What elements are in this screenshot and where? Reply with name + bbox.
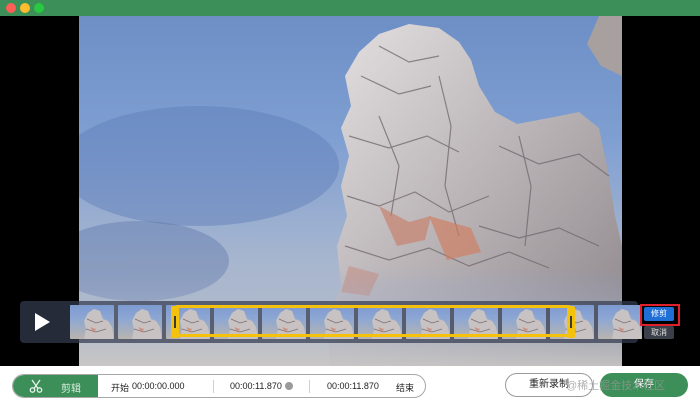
save-button[interactable]: 保存 <box>600 373 688 397</box>
thumbnail-strip[interactable] <box>70 305 642 339</box>
clip-label: 剪辑 <box>61 384 81 395</box>
play-button[interactable] <box>22 302 62 342</box>
scissors-icon <box>29 379 43 393</box>
play-icon <box>35 313 50 331</box>
cancel-button[interactable]: 取消 <box>644 326 674 339</box>
start-label: 开始 <box>111 383 130 393</box>
timeline-thumbnail <box>406 305 450 339</box>
divider <box>309 380 310 393</box>
timeline-thumbnail <box>310 305 354 339</box>
clip-mode-button[interactable]: 剪辑 <box>13 375 98 397</box>
title-bar <box>0 0 700 16</box>
trim-start-handle[interactable] <box>171 306 179 338</box>
divider <box>213 380 214 393</box>
end-time-field[interactable]: 00:00:11.870 <box>327 381 379 391</box>
close-window-icon[interactable] <box>6 3 16 13</box>
timeline-thumbnail <box>70 305 114 339</box>
start-time-field[interactable]: 00:00:00.000 <box>132 381 185 391</box>
info-icon[interactable] <box>285 382 293 390</box>
zoom-window-icon[interactable] <box>34 3 44 13</box>
clip-range-panel: 剪辑 开始 00:00:00.000 00:00:11.870 00:00:11… <box>12 374 426 398</box>
timeline-thumbnail <box>502 305 546 339</box>
bottom-toolbar: 剪辑 开始 00:00:00.000 00:00:11.870 00:00:11… <box>0 366 700 405</box>
end-label: 结束 <box>396 383 415 393</box>
timeline-thumbnail <box>262 305 306 339</box>
trim-end-handle[interactable] <box>567 306 575 338</box>
timeline-bar <box>20 301 642 343</box>
timeline-thumbnail <box>214 305 258 339</box>
duration-time-field[interactable]: 00:00:11.870 <box>230 381 282 391</box>
minimize-window-icon[interactable] <box>20 3 30 13</box>
rerecord-button[interactable]: 重新录制 <box>505 373 593 397</box>
trim-button[interactable]: 修剪 <box>644 307 674 321</box>
timeline-thumbnail <box>598 305 642 339</box>
timeline-thumbnail <box>358 305 402 339</box>
timeline-thumbnail <box>118 305 162 339</box>
timeline-thumbnail <box>454 305 498 339</box>
